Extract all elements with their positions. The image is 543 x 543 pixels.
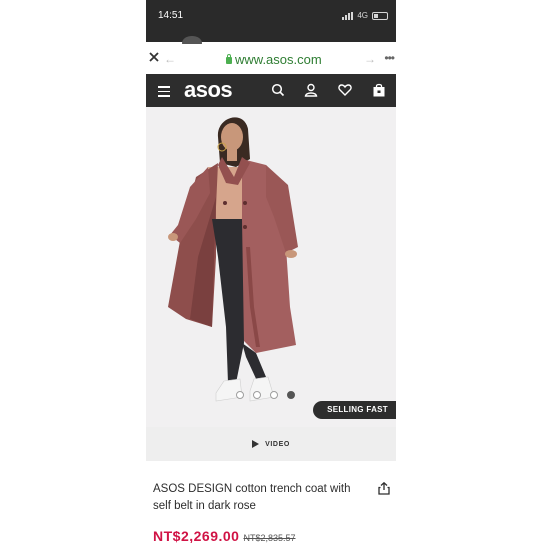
wishlist-icon[interactable] <box>338 83 352 97</box>
selling-fast-badge: SELLING FAST <box>313 401 396 419</box>
play-icon <box>252 440 260 448</box>
current-price: NT$2,269.00 <box>153 528 240 543</box>
status-bar: 14:51 4G <box>146 0 396 50</box>
url-text: www.asos.com <box>235 52 322 67</box>
forward-icon[interactable]: → <box>364 52 376 66</box>
asos-logo[interactable]: asos <box>184 77 233 103</box>
back-icon[interactable]: ← <box>164 52 176 66</box>
original-price: NT$2,835.57 <box>243 533 296 543</box>
status-time: 14:51 <box>158 10 184 21</box>
status-indicators: 4G <box>342 11 388 20</box>
url-display[interactable]: www.asos.com <box>226 52 322 67</box>
video-label: VIDEO <box>265 440 290 448</box>
lock-icon <box>226 54 232 64</box>
account-icon[interactable] <box>304 83 318 97</box>
site-header: asos <box>146 74 396 107</box>
more-icon[interactable]: ••• <box>384 51 395 65</box>
browser-url-bar: ← www.asos.com → ••• <box>146 44 396 74</box>
battery-icon <box>372 11 388 20</box>
phone-screen: 14:51 4G ← www.asos.com → ••• asos SELLI… <box>146 0 396 543</box>
product-image[interactable]: SELLING FAST <box>146 107 396 427</box>
product-title: ASOS DESIGN cotton trench coat with self… <box>153 483 351 512</box>
menu-icon[interactable] <box>158 86 170 97</box>
carousel-dots <box>236 391 295 399</box>
search-icon[interactable] <box>271 83 285 97</box>
signal-icon <box>342 11 354 20</box>
share-icon[interactable] <box>378 482 390 495</box>
carousel-dot-active[interactable] <box>287 391 295 399</box>
model-photo <box>168 117 298 402</box>
carousel-dot[interactable] <box>270 391 278 399</box>
close-icon[interactable] <box>148 51 160 63</box>
bag-icon[interactable] <box>372 83 386 97</box>
carousel-dot[interactable] <box>253 391 261 399</box>
network-label: 4G <box>357 11 368 20</box>
price-row: NT$2,269.00 NT$2,835.57 <box>153 528 296 543</box>
browser-sheet: ← www.asos.com → ••• asos SELLING FAST V… <box>146 44 396 543</box>
video-button[interactable]: VIDEO <box>146 427 396 461</box>
carousel-dot[interactable] <box>236 391 244 399</box>
